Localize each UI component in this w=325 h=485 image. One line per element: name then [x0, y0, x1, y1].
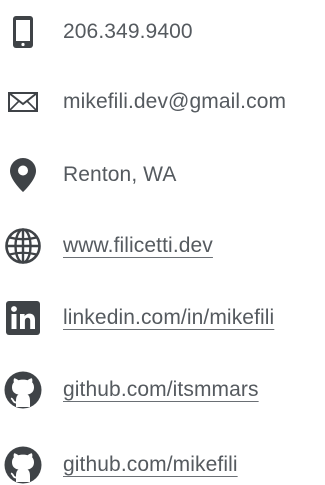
contact-row-phone: 206.349.9400	[0, 12, 325, 52]
github-link-itsmmars[interactable]: github.com/itsmmars	[63, 370, 259, 410]
linkedin-link[interactable]: linkedin.com/in/mikefili	[63, 298, 274, 338]
website-link[interactable]: www.filicetti.dev	[63, 226, 213, 266]
location-text: Renton, WA	[63, 163, 177, 186]
contact-list: 206.349.9400 mikefili.dev@gmail.com Rent…	[0, 0, 325, 484]
github-icon	[4, 445, 42, 485]
phone-icon	[4, 12, 42, 52]
github-icon	[4, 370, 42, 410]
envelope-icon	[4, 82, 42, 122]
email-address: mikefili.dev@gmail.com	[63, 90, 287, 113]
linkedin-icon	[4, 298, 42, 338]
contact-row-location: Renton, WA	[0, 155, 325, 195]
globe-icon	[4, 226, 42, 266]
github-link-mikefili[interactable]: github.com/mikefili	[63, 445, 238, 485]
map-pin-icon	[4, 155, 42, 195]
contact-row-email: mikefili.dev@gmail.com	[0, 82, 325, 122]
phone-number: 206.349.9400	[63, 20, 193, 43]
contact-row-github-2: github.com/mikefili	[0, 445, 325, 485]
contact-row-linkedin: linkedin.com/in/mikefili	[0, 298, 325, 338]
contact-row-website: www.filicetti.dev	[0, 226, 325, 266]
contact-row-github-1: github.com/itsmmars	[0, 370, 325, 410]
